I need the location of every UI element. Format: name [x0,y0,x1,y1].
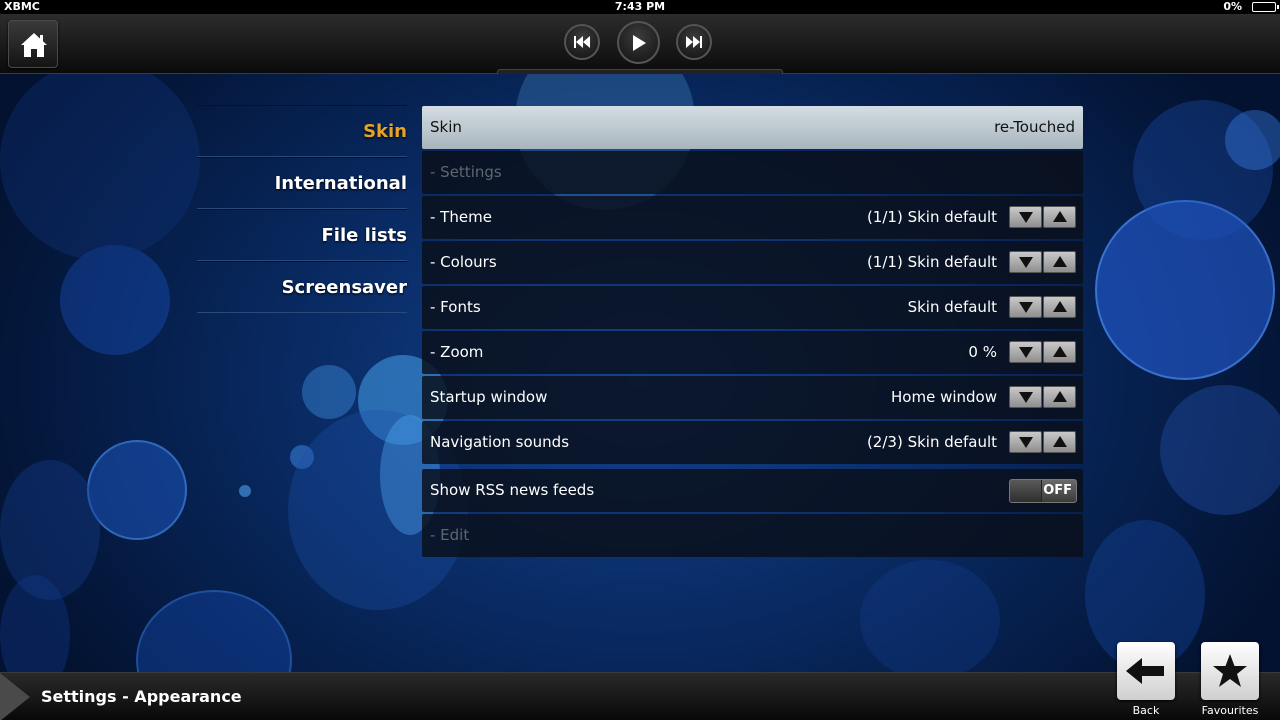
star-icon [1213,654,1247,687]
play-icon [632,34,646,51]
arrow-up-icon [1053,346,1067,357]
top-bar [0,14,1280,74]
back-button[interactable] [1117,642,1175,700]
status-clock: 7:43 PM [614,0,666,13]
next-icon [686,36,702,48]
spin-down-button[interactable] [1009,386,1042,408]
home-icon [21,33,47,57]
play-button[interactable] [617,21,660,64]
arrow-up-icon [1053,256,1067,267]
previous-icon [574,36,590,48]
setting-label: Startup window [430,388,548,406]
nav-item-screensaver[interactable]: Screensaver [197,261,407,313]
arrow-down-icon [1019,392,1033,403]
next-button[interactable] [676,24,712,60]
spin-up-button[interactable] [1043,341,1076,363]
setting-value: re-Touched [994,118,1075,136]
battery-icon [1252,2,1279,12]
arrow-down-icon [1019,257,1033,268]
arrow-up-icon [1053,391,1067,402]
arrow-up-icon [1053,436,1067,447]
back-arrow-icon [1126,658,1164,684]
nav-item-skin[interactable]: Skin [197,105,407,157]
setting-label: Skin [430,118,462,136]
setting-value: 0 % [968,343,997,361]
spin-up-button[interactable] [1043,386,1076,408]
arrow-up-icon [1053,301,1067,312]
toggle-knob [1010,480,1042,502]
spin-up-button[interactable] [1043,431,1076,453]
setting-label: Navigation sounds [430,433,570,451]
spin-up-button[interactable] [1043,296,1076,318]
setting-label: - Colours [430,253,497,271]
settings-category-nav: Skin International File lists Screensave… [197,105,407,313]
spin-down-button[interactable] [1009,431,1042,453]
arrow-up-icon [1053,211,1067,222]
setting-value: (1/1) Skin default [866,253,997,271]
setting-edit-rss: - Edit [422,514,1083,557]
page-title: Settings - Appearance [41,687,242,706]
rss-toggle-switch[interactable]: OFF [1009,479,1077,503]
setting-value: Home window [891,388,997,406]
battery-percent: 0% [1223,0,1242,13]
setting-value: Skin default [907,298,997,316]
setting-show-rss[interactable]: Show RSS news feeds OFF [422,469,1083,512]
setting-theme[interactable]: - Theme (1/1) Skin default [422,196,1083,239]
setting-colours[interactable]: - Colours (1/1) Skin default [422,241,1083,284]
setting-skin-settings: - Settings [422,151,1083,194]
spin-up-button[interactable] [1043,251,1076,273]
nav-item-international[interactable]: International [197,157,407,209]
setting-label: - Theme [430,208,492,226]
spin-up-button[interactable] [1043,206,1076,228]
setting-value: (2/3) Skin default [866,433,997,451]
breadcrumb-arrow-icon [0,673,30,720]
arrow-down-icon [1019,437,1033,448]
settings-list: Skin re-Touched - Settings - Theme (1/1)… [422,106,1083,559]
tab-indicator [497,69,783,74]
spin-down-button[interactable] [1009,206,1042,228]
bottom-bar: Settings - Appearance [0,672,1280,720]
status-bar: XBMC 7:43 PM 0% [0,0,1280,14]
arrow-down-icon [1019,302,1033,313]
setting-skin[interactable]: Skin re-Touched [422,106,1083,149]
back-label: Back [1132,704,1160,717]
favourites-label: Favourites [1201,704,1259,717]
setting-label: Show RSS news feeds [430,481,595,499]
setting-fonts[interactable]: - Fonts Skin default [422,286,1083,329]
setting-label: - Fonts [430,298,481,316]
arrow-down-icon [1019,212,1033,223]
setting-label: - Edit [430,526,470,544]
spin-down-button[interactable] [1009,296,1042,318]
previous-button[interactable] [564,24,600,60]
setting-label: - Settings [430,163,502,181]
setting-zoom[interactable]: - Zoom 0 % [422,331,1083,374]
favourites-button[interactable] [1201,642,1259,700]
setting-label: - Zoom [430,343,484,361]
arrow-down-icon [1019,347,1033,358]
toggle-state: OFF [1043,483,1072,498]
home-button[interactable] [8,20,58,68]
spin-down-button[interactable] [1009,251,1042,273]
setting-startup-window[interactable]: Startup window Home window [422,376,1083,419]
spin-down-button[interactable] [1009,341,1042,363]
setting-value: (1/1) Skin default [866,208,997,226]
nav-item-file-lists[interactable]: File lists [197,209,407,261]
setting-navigation-sounds[interactable]: Navigation sounds (2/3) Skin default [422,421,1083,464]
